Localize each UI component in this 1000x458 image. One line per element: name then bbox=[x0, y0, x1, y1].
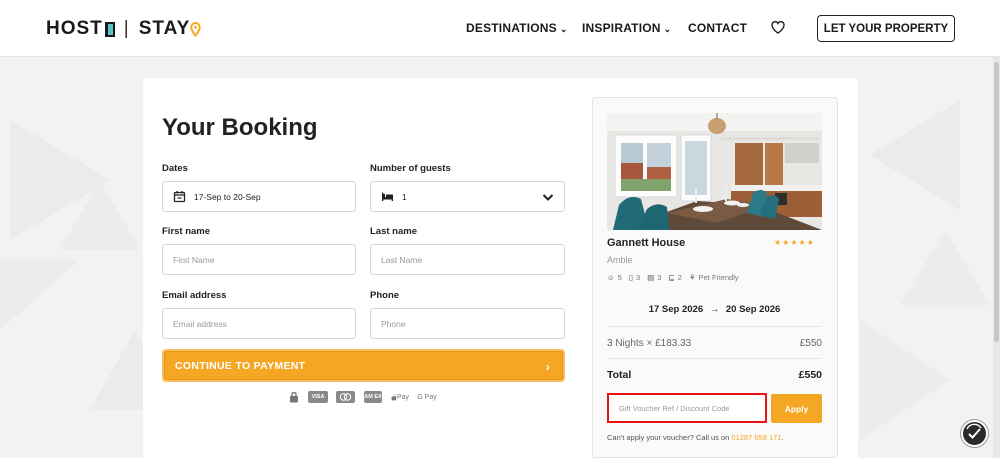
guests-icon: ☺ bbox=[607, 273, 615, 282]
nights-breakdown: 3 Nights × £183.33 bbox=[607, 338, 692, 349]
phone-input[interactable] bbox=[381, 318, 564, 329]
page-title: Your Booking bbox=[162, 114, 318, 141]
arrow-right-icon: → bbox=[709, 304, 720, 315]
guests-label: Number of guests bbox=[370, 163, 451, 174]
chevron-right-icon: › bbox=[545, 360, 550, 374]
email-label: Email address bbox=[162, 290, 227, 301]
bed-icon: ▤ bbox=[647, 273, 655, 282]
site-logo[interactable]: HOST | STAY bbox=[46, 18, 201, 40]
nights-price: £550 bbox=[799, 338, 822, 349]
amex-icon: AM EX bbox=[364, 391, 382, 403]
property-location: Amble bbox=[607, 255, 633, 265]
bath-icon: ⊑ bbox=[668, 273, 675, 282]
last-name-input[interactable] bbox=[381, 254, 564, 265]
first-name-input[interactable] bbox=[173, 254, 355, 265]
bedroom-icon: ▯ bbox=[628, 273, 633, 282]
total-label: Total bbox=[607, 369, 632, 381]
voucher-help-text: Can't apply your voucher? Call us on 012… bbox=[607, 433, 784, 442]
map-pin-icon bbox=[190, 21, 201, 37]
chevron-down-icon: ⌄ bbox=[663, 24, 672, 34]
heart-icon[interactable] bbox=[770, 19, 786, 35]
site-header: HOST | STAY DESTINATIONS ⌄ INSPIRATION ⌄ C… bbox=[0, 0, 1000, 57]
google-pay-icon: G Pay bbox=[417, 393, 437, 401]
voucher-phone-link[interactable]: 01287 658 171 bbox=[731, 433, 781, 442]
dates-field[interactable]: 17-Sep to 20-Sep bbox=[162, 181, 356, 212]
nav-inspiration[interactable]: INSPIRATION ⌄ bbox=[582, 21, 671, 35]
scrollbar-thumb[interactable] bbox=[994, 62, 999, 342]
last-name-label: Last name bbox=[370, 226, 417, 237]
stay-dates: 17 Sep 2026 → 20 Sep 2026 bbox=[648, 304, 781, 315]
nav-destinations[interactable]: DESTINATIONS ⌄ bbox=[466, 21, 568, 35]
voucher-input[interactable] bbox=[619, 403, 765, 413]
guests-value: 1 bbox=[402, 191, 407, 202]
chevron-down-icon: ⌄ bbox=[559, 24, 568, 34]
voucher-field[interactable] bbox=[607, 393, 767, 423]
continue-to-payment-button[interactable]: CONTINUE TO PAYMENT › bbox=[162, 349, 565, 382]
dates-label: Dates bbox=[162, 163, 188, 174]
property-name[interactable]: Gannett House bbox=[607, 237, 685, 249]
email-field[interactable] bbox=[162, 308, 356, 339]
mastercard-icon bbox=[336, 391, 355, 403]
accessibility-widget-button[interactable] bbox=[961, 420, 988, 447]
email-input[interactable] bbox=[173, 318, 355, 329]
guests-select[interactable]: 1 bbox=[370, 181, 565, 212]
amenities-row: ☺ 5 ▯ 3 ▤ 3 ⊑ 2 ⚘ Pet Friendly bbox=[607, 273, 739, 282]
dates-value: 17-Sep to 20-Sep bbox=[194, 191, 261, 202]
calendar-icon bbox=[173, 191, 186, 203]
rating-stars: ★★★★★ bbox=[774, 238, 815, 247]
last-name-field[interactable] bbox=[370, 244, 565, 275]
apply-voucher-button[interactable]: Apply bbox=[771, 394, 822, 423]
bed-icon bbox=[382, 192, 393, 201]
let-your-property-button[interactable]: LET YOUR PROPERTY bbox=[817, 15, 955, 42]
total-price: £550 bbox=[798, 369, 822, 381]
logo-host-text: HOST bbox=[46, 18, 103, 39]
visa-icon: VISA bbox=[308, 391, 328, 403]
accessibility-icon bbox=[966, 423, 982, 439]
property-photo[interactable] bbox=[607, 113, 822, 230]
pet-icon: ⚘ bbox=[688, 273, 696, 282]
door-icon bbox=[104, 21, 115, 37]
chevron-down-icon bbox=[542, 194, 554, 201]
nav-contact[interactable]: CONTACT bbox=[688, 21, 747, 35]
first-name-field[interactable] bbox=[162, 244, 356, 275]
apple-pay-icon: Pay bbox=[388, 391, 412, 403]
phone-field[interactable] bbox=[370, 308, 565, 339]
lock-icon bbox=[290, 391, 298, 403]
logo-stay-text: STAY bbox=[138, 18, 191, 39]
first-name-label: First name bbox=[162, 226, 211, 237]
phone-label: Phone bbox=[370, 290, 400, 301]
